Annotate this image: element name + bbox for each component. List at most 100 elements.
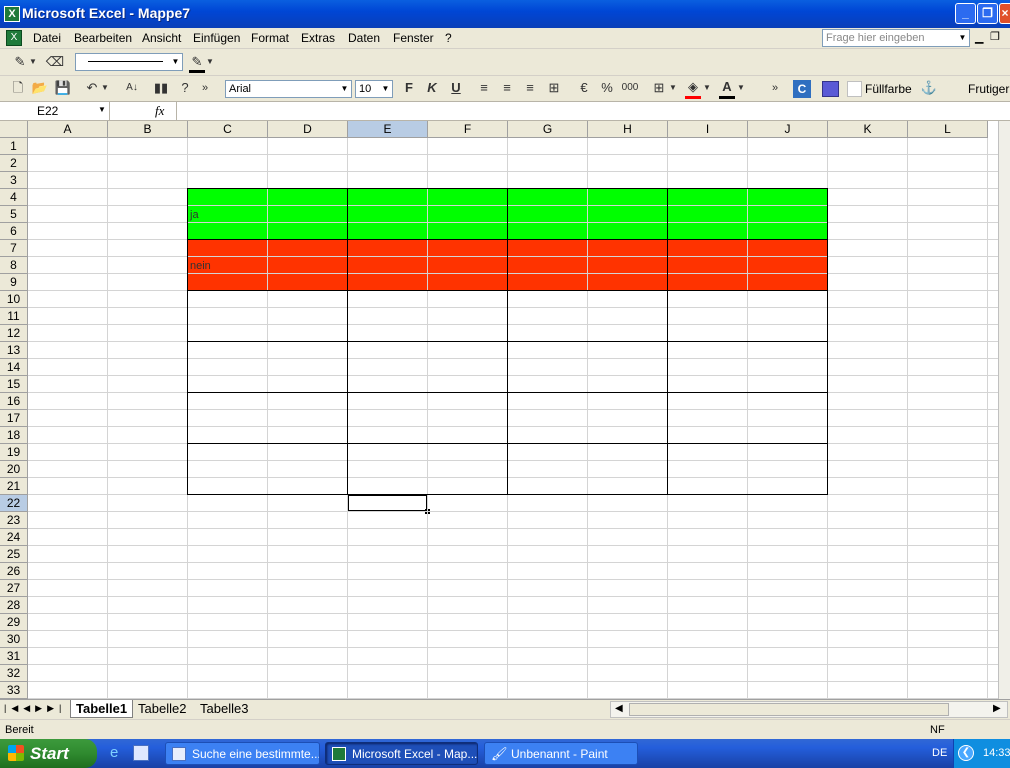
row-header-11[interactable]: 11 — [0, 308, 28, 325]
row-header-16[interactable]: 16 — [0, 393, 28, 410]
toolbar-options-icon[interactable]: » — [768, 78, 782, 98]
worksheet-grid[interactable]: ja nein A B C D E F G H I J K L 1 2 3 4 5 6 7 8 9 10 11 12 13 14 1… — [0, 121, 1010, 699]
row-header-26[interactable]: 26 — [0, 563, 28, 580]
merge-center-icon[interactable]: ⊞ — [544, 78, 564, 98]
menu-einfuegen[interactable]: Einfügen — [193, 31, 240, 45]
row-header-9[interactable]: 9 — [0, 274, 28, 291]
menu-fenster[interactable]: Fenster — [393, 31, 434, 45]
row-header-31[interactable]: 31 — [0, 648, 28, 665]
task-paint[interactable]: 🖌 Unbenannt - Paint — [484, 742, 638, 765]
row-header-5[interactable]: 5 — [0, 206, 28, 223]
chevron-down-icon[interactable]: ▼ — [338, 81, 351, 97]
thousands-button[interactable]: 000 — [619, 78, 641, 98]
tab-tabelle2[interactable]: Tabelle2 — [138, 700, 186, 718]
menu-ansicht[interactable]: Ansicht — [142, 31, 181, 45]
new-document-icon[interactable]: 🗋 — [8, 78, 28, 98]
active-cell-e22[interactable] — [347, 494, 428, 512]
chart-wizard-icon[interactable]: ▮▮ — [151, 78, 171, 98]
menu-help[interactable]: ? — [445, 31, 452, 45]
font-color-icon[interactable]: A — [717, 77, 737, 97]
restore-button[interactable]: ❐ — [977, 3, 998, 24]
close-button[interactable]: × — [999, 3, 1010, 24]
toolbar-options-icon[interactable]: » — [198, 78, 212, 98]
row-header-27[interactable]: 27 — [0, 580, 28, 597]
scroll-right-icon[interactable]: ▶ — [993, 703, 1001, 714]
column-header-j[interactable]: J — [748, 121, 828, 138]
horizontal-scrollbar[interactable]: ◀ ▶ — [610, 701, 1008, 718]
align-right-icon[interactable]: ≡ — [520, 78, 540, 98]
sort-ascending-icon[interactable]: A↓ — [122, 78, 142, 98]
chevron-down-icon[interactable]: ▼ — [98, 105, 106, 114]
chevron-down-icon[interactable]: ▼ — [169, 54, 182, 70]
row-header-30[interactable]: 30 — [0, 631, 28, 648]
column-header-d[interactable]: D — [268, 121, 348, 138]
chevron-down-icon[interactable]: ▼ — [668, 78, 678, 98]
italic-button[interactable]: K — [422, 78, 442, 98]
row-header-33[interactable]: 33 — [0, 682, 28, 699]
row-header-1[interactable]: 1 — [0, 138, 28, 155]
doc-minimize-icon[interactable]: ▁ — [975, 31, 983, 44]
anchor-icon[interactable]: ⚓ — [919, 78, 939, 98]
row-header-13[interactable]: 13 — [0, 342, 28, 359]
menu-bearbeiten[interactable]: Bearbeiten — [74, 31, 132, 45]
currency-icon[interactable]: € — [574, 78, 594, 98]
row-header-8[interactable]: 8 — [0, 257, 28, 274]
percent-button[interactable]: % — [597, 78, 617, 98]
save-icon[interactable]: 💾 — [53, 78, 73, 98]
underline-button[interactable]: U — [446, 78, 466, 98]
tab-tabelle3[interactable]: Tabelle3 — [200, 700, 248, 718]
column-header-f[interactable]: F — [428, 121, 508, 138]
column-header-l[interactable]: L — [908, 121, 988, 138]
row-header-21[interactable]: 21 — [0, 478, 28, 495]
font-name-select[interactable]: Arial ▼ — [225, 80, 352, 98]
fill-color-none-box[interactable] — [847, 81, 862, 97]
row-header-15[interactable]: 15 — [0, 376, 28, 393]
menu-format[interactable]: Format — [251, 31, 289, 45]
line-color-icon[interactable]: ✎ — [187, 52, 207, 72]
chevron-down-icon[interactable]: ▼ — [100, 78, 110, 98]
row-header-6[interactable]: 6 — [0, 223, 28, 240]
minimize-button[interactable]: _ — [955, 3, 976, 24]
row-header-18[interactable]: 18 — [0, 427, 28, 444]
help-question-input[interactable]: Frage hier eingeben ▼ — [822, 29, 970, 47]
menu-daten[interactable]: Daten — [348, 31, 380, 45]
align-left-icon[interactable]: ≡ — [474, 78, 494, 98]
chevron-down-icon[interactable]: ▼ — [205, 52, 215, 72]
open-folder-icon[interactable]: 📂 — [30, 78, 50, 98]
column-header-a[interactable]: A — [28, 121, 108, 138]
help-icon[interactable]: ? — [175, 78, 195, 98]
row-header-22[interactable]: 22 — [0, 495, 28, 512]
tab-tabelle1[interactable]: Tabelle1 — [70, 700, 134, 718]
column-header-e[interactable]: E — [348, 121, 428, 138]
fill-color-icon[interactable]: ◈ — [683, 77, 703, 97]
row-header-12[interactable]: 12 — [0, 325, 28, 342]
borders-icon[interactable]: ⊞ — [649, 78, 669, 98]
line-style-select[interactable]: ▼ — [75, 53, 183, 71]
bold-button[interactable]: F — [399, 78, 419, 98]
scroll-thumb[interactable] — [629, 703, 949, 716]
row-header-20[interactable]: 20 — [0, 461, 28, 478]
chevron-down-icon[interactable]: ▼ — [956, 30, 969, 46]
row-header-24[interactable]: 24 — [0, 529, 28, 546]
style-label[interactable]: Frutiger — [968, 82, 1009, 96]
red-band[interactable] — [188, 240, 828, 291]
scroll-left-icon[interactable]: ◀ — [615, 703, 623, 714]
align-center-icon[interactable]: ≡ — [497, 78, 517, 98]
show-desktop-icon[interactable] — [133, 745, 149, 761]
row-header-4[interactable]: 4 — [0, 189, 28, 206]
green-band[interactable] — [188, 189, 828, 240]
name-box[interactable]: E22 ▼ — [0, 102, 110, 120]
addin-c-icon[interactable]: C — [793, 80, 811, 98]
start-button[interactable]: Start — [0, 739, 97, 768]
chevron-down-icon[interactable]: ▼ — [28, 52, 38, 72]
pen-icon[interactable]: ✎ — [10, 52, 30, 72]
workbook-icon[interactable]: X — [6, 30, 22, 46]
doc-restore-icon[interactable]: ❐ — [990, 30, 1000, 43]
tab-scroll-buttons[interactable]: |◀◀▶▶| — [4, 703, 66, 714]
row-header-25[interactable]: 25 — [0, 546, 28, 563]
row-header-28[interactable]: 28 — [0, 597, 28, 614]
chevron-down-icon[interactable]: ▼ — [379, 81, 392, 97]
column-header-b[interactable]: B — [108, 121, 188, 138]
eraser-icon[interactable]: ⌫ — [45, 52, 65, 72]
formula-input[interactable] — [176, 102, 1010, 120]
